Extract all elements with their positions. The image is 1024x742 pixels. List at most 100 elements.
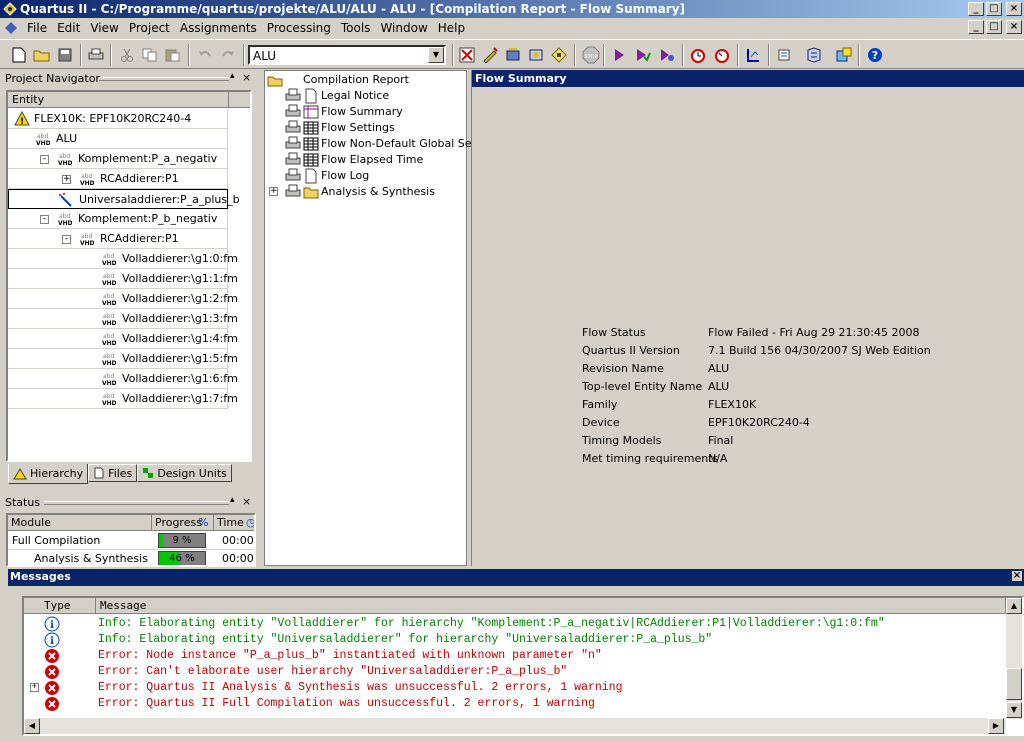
menu-project[interactable]: Project [124,21,175,35]
tree-item-volladdierer-5[interactable]: abd VHD Volladdierer:\g1:5:fm [8,349,238,369]
menu-help[interactable]: Help [433,21,470,35]
scroll-right-icon[interactable]: ▶ [988,718,1004,734]
message-column-header[interactable]: Message [96,598,1006,614]
tab-files[interactable]: Files [88,464,138,482]
close-button[interactable]: × [1006,2,1022,16]
vertical-scrollbar[interactable]: ▲ ▼ [1006,598,1022,719]
assignment-editor-icon[interactable] [525,44,547,66]
open-folder-icon[interactable] [31,44,53,66]
svg-text:STOP: STOP [584,54,597,60]
doc-restore-button[interactable]: □ [986,20,1002,34]
tree-item-rcaddierer-1[interactable]: + abd VHD RCAddierer:P1 [8,169,228,189]
compilation-report-icon[interactable] [773,44,795,66]
status-row-full-compilation[interactable]: Full Compilation 9 % 00:00:0 [8,532,254,550]
doc-minimize-button[interactable]: _ [968,20,984,34]
tree-item-alu[interactable]: abd VHD ALU [8,129,228,149]
paste-icon[interactable] [162,44,184,66]
chip-planner-icon[interactable] [548,44,570,66]
menu-assignments[interactable]: Assignments [175,21,262,35]
entity-column-header[interactable]: Entity [8,92,250,108]
maximize-button[interactable]: □ [986,2,1002,16]
horizontal-scrollbar[interactable]: ◀ ▶ [24,718,1006,734]
svg-text:abd: abd [59,213,70,220]
tree-item-rcaddierer-2[interactable]: - abd VHD RCAddierer:P1 [8,229,228,249]
collapse-icon[interactable]: - [40,155,49,164]
tree-item-komplement-b[interactable]: - abd VHD Komplement:P_b_negativ [8,209,228,229]
menu-edit[interactable]: Edit [52,21,85,35]
expand-icon[interactable]: + [30,683,39,692]
programmer-icon[interactable] [742,44,764,66]
start-compilation-icon[interactable] [608,44,630,66]
close-icon[interactable]: × [242,495,251,511]
settings-icon[interactable] [502,44,524,66]
tree-item-volladdierer-0[interactable]: abd VHD Volladdierer:\g1:0:fm [8,249,238,269]
warning-icon [13,467,27,479]
tree-item-universaladdierer[interactable]: Universaladdierer:P_a_plus_b [8,189,240,209]
close-icon[interactable]: × [242,71,251,87]
time-column-header[interactable]: Time ◷ [214,515,254,531]
analysis-elaboration-icon[interactable] [632,44,654,66]
stop-icon[interactable]: STOP [580,44,602,66]
type-column-header[interactable]: Type [24,598,96,614]
print-icon[interactable] [85,44,107,66]
report-analysis-synthesis[interactable]: + Analysis & Synthesis [269,184,459,200]
collapse-icon[interactable]: - [62,235,71,244]
pin-icon[interactable]: ▴ [230,71,235,87]
timing-analyzer-icon[interactable] [687,44,709,66]
print-icon [285,104,301,117]
scroll-down-icon[interactable]: ▼ [1006,702,1022,718]
entity-combo[interactable]: ALU ▼ [248,45,446,65]
vhd-file-icon: abdVHD [102,293,116,307]
document-menu-icon[interactable] [3,20,19,36]
tree-item-volladdierer-1[interactable]: abd VHD Volladdierer:\g1:1:fm [8,269,238,289]
close-icon[interactable]: × [1012,571,1022,581]
scroll-thumb[interactable] [1006,668,1022,700]
undo-icon[interactable] [194,44,216,66]
menu-window[interactable]: Window [375,21,432,35]
expand-icon[interactable]: + [62,175,71,184]
expand-icon[interactable]: + [269,187,278,196]
collapse-icon[interactable]: - [40,215,49,224]
new-file-icon[interactable] [8,44,30,66]
menu-view[interactable]: View [85,21,123,35]
tree-item-volladdierer-7[interactable]: abd VHD Volladdierer:\g1:7:fm [8,389,238,409]
doc-close-button[interactable]: × [1006,20,1022,34]
start-analysis-synthesis-icon[interactable] [656,44,678,66]
help-icon[interactable]: ? [864,44,886,66]
vhd-file-icon: abdVHD [102,393,116,407]
tree-item-volladdierer-4[interactable]: abd VHD Volladdierer:\g1:4:fm [8,329,238,349]
rtl-viewer-icon[interactable] [803,44,825,66]
info-icon: i [44,616,60,632]
tree-item-komplement-a[interactable]: - abd VHD Komplement:P_a_negativ [8,149,228,169]
tree-item-volladdierer-2[interactable]: abd VHD Volladdierer:\g1:2:fm [8,289,238,309]
menu-file[interactable]: File [22,21,52,35]
device-row[interactable]: ! FLEX10K: EPF10K20RC240-4 [8,109,228,129]
project-navigator-icon[interactable] [456,44,478,66]
tree-item-volladdierer-6[interactable]: abd VHD Volladdierer:\g1:6:fm [8,369,238,389]
menu-tools[interactable]: Tools [336,21,376,35]
magic-wand-icon [59,193,72,207]
cut-icon[interactable] [116,44,138,66]
tab-hierarchy[interactable]: Hierarchy [8,464,89,484]
error-icon [45,649,59,663]
svg-text:VHD: VHD [102,360,116,367]
chevron-down-icon[interactable]: ▼ [428,47,444,63]
timequest-icon[interactable] [711,44,733,66]
status-row-analysis-synthesis[interactable]: Analysis & Synthesis 46 % 00:00:0 [8,550,254,565]
copy-icon[interactable] [139,44,161,66]
chip-editor-icon[interactable] [833,44,855,66]
tab-design-units[interactable]: Design Units [137,464,232,482]
table-icon [303,121,319,135]
menu-processing[interactable]: Processing [262,21,336,35]
pin-icon[interactable]: ▴ [230,495,235,511]
scroll-up-icon[interactable]: ▲ [1006,598,1022,614]
pin-planner-icon[interactable] [479,44,501,66]
scroll-left-icon[interactable]: ◀ [24,718,40,734]
error-icon [45,681,59,695]
redo-icon[interactable] [217,44,239,66]
save-icon[interactable] [54,44,76,66]
module-column-header[interactable]: Module [8,515,152,531]
progress-column-header[interactable]: Progress% [152,515,214,531]
tree-item-volladdierer-3[interactable]: abd VHD Volladdierer:\g1:3:fm [8,309,238,329]
minimize-button[interactable]: _ [968,2,984,16]
